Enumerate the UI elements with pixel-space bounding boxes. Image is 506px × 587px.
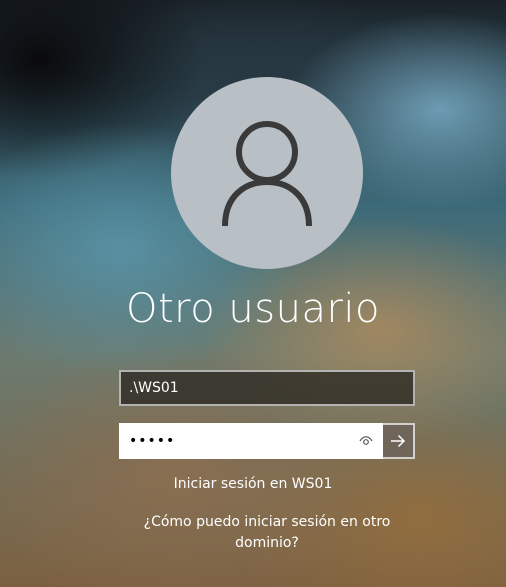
- signin-target-text: Iniciar sesión en WS01: [173, 476, 333, 492]
- password-input[interactable]: [121, 425, 351, 457]
- password-box: [119, 423, 383, 459]
- eye-icon[interactable]: [355, 431, 377, 451]
- arrow-right-icon: [391, 434, 406, 448]
- lock-screen: Otro usuario Iniciar sesión en WS01 ¿Cóm…: [0, 0, 506, 587]
- user-avatar: [171, 77, 363, 269]
- username-input[interactable]: [121, 372, 413, 404]
- user-display-name: Otro usuario: [125, 286, 380, 332]
- submit-button[interactable]: [383, 423, 415, 459]
- person-icon: [222, 121, 312, 227]
- password-field-container: [119, 423, 415, 459]
- other-domain-link[interactable]: ¿Cómo puedo iniciar sesión en otro domin…: [140, 512, 394, 554]
- username-field-container: [119, 370, 415, 406]
